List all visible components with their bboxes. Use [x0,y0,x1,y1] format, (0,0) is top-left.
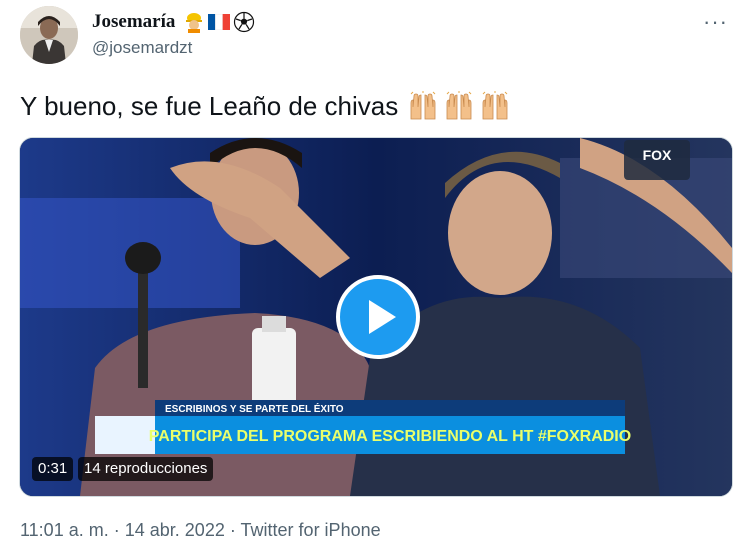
tweet-meta: 11:01 a. m. · 14 abr. 2022 · Twitter for… [20,519,381,541]
name-emojis [183,11,255,33]
video-player[interactable]: FOX ESCRIBINOS Y SE PARTE DEL ÉXITO PART… [19,137,733,497]
meta-separator: · [113,520,120,540]
banner-top-text: ESCRIBINOS Y SE PARTE DEL ÉXITO [165,402,344,415]
raising-hands-emoji [446,91,472,120]
tweet-source[interactable]: Twitter for iPhone [241,520,381,540]
meta-separator: · [229,520,236,540]
tweet-date[interactable]: 14 abr. 2022 [125,520,225,540]
video-duration: 0:31 [32,457,74,481]
channel-logo: FOX [643,147,672,163]
raising-hands-emoji [410,91,436,120]
video-views: 14 reproducciones [78,457,214,481]
soccer-ball-emoji [234,11,255,33]
author-name-row[interactable]: Josemaría [92,8,255,36]
tweet-text: Y bueno, se fue Leaño de chivas [20,89,510,123]
construction-worker-emoji [186,13,203,33]
tweet-text-body: Y bueno, se fue Leaño de chivas [20,91,399,121]
tweet-emojis [408,91,510,121]
author-handle[interactable]: @josemardzt [92,38,192,58]
france-flag-emoji [208,14,231,30]
play-button[interactable] [336,275,420,359]
raising-hands-emoji [482,91,508,120]
banner-main-text: PARTICIPA DEL PROGRAMA ESCRIBIENDO AL HT… [149,428,631,445]
tweet-time[interactable]: 11:01 a. m. [20,520,109,540]
more-options-icon[interactable]: ··· [703,11,728,33]
avatar-photo [20,6,78,64]
avatar[interactable] [20,6,78,64]
display-name[interactable]: Josemaría [92,11,175,33]
